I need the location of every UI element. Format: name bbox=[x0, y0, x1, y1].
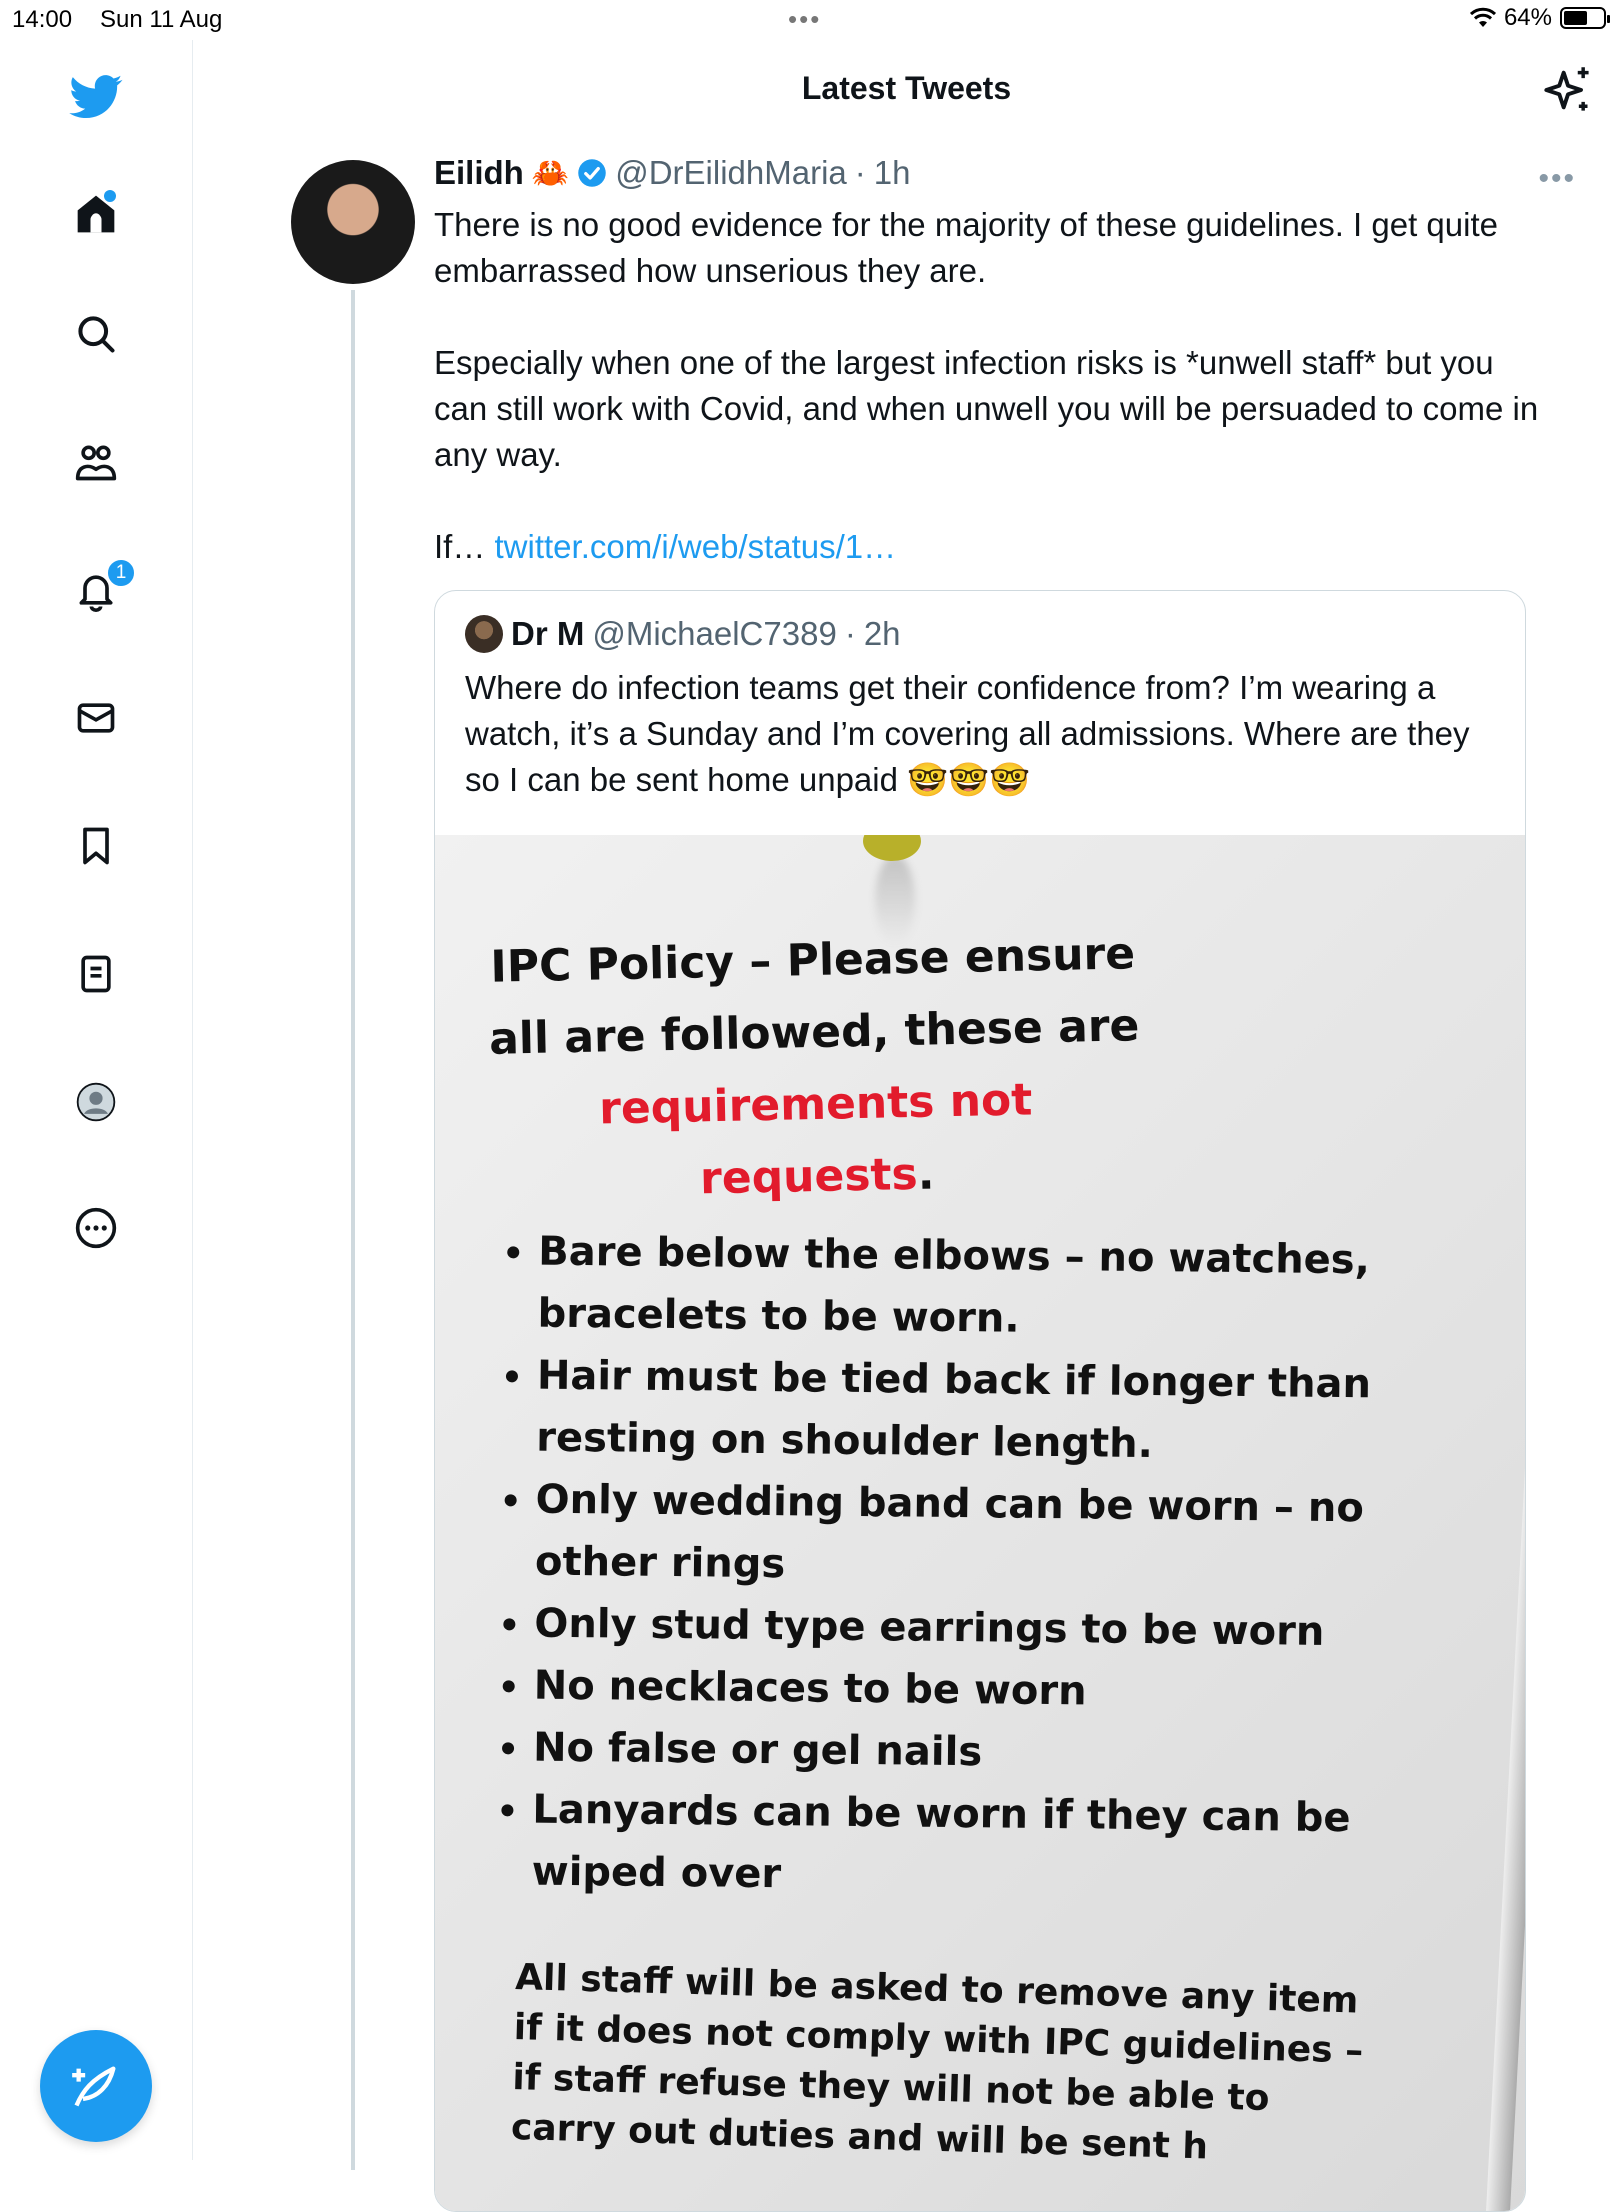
compose-tweet-button[interactable] bbox=[40, 2030, 152, 2142]
sidebar-item-messages[interactable] bbox=[64, 686, 128, 750]
quote-timestamp: 2h bbox=[863, 615, 901, 652]
quote-tweet[interactable]: Dr M @MichaelC7389 · 2h Where do infecti… bbox=[434, 590, 1526, 2212]
author-name[interactable]: Eilidh bbox=[434, 154, 524, 192]
notice-bullets: Bare below the elbows – no watches, brac… bbox=[491, 1220, 1418, 1912]
name-emoji: 🦀 bbox=[531, 156, 570, 190]
thread-line bbox=[351, 290, 355, 2170]
notification-badge: 1 bbox=[106, 558, 136, 588]
author-handle[interactable]: @DrEilidhMaria bbox=[615, 154, 847, 192]
people-icon bbox=[75, 445, 117, 481]
quote-image[interactable]: IPC Policy – Please ensure all are follo… bbox=[435, 835, 1525, 2211]
bookmark-icon bbox=[83, 827, 109, 865]
timeline-header: Latest Tweets bbox=[193, 40, 1620, 144]
sidebar-item-search[interactable] bbox=[64, 302, 128, 366]
sidebar-item-notifications[interactable]: 1 bbox=[64, 558, 136, 622]
notice-footer: All staff will be asked to remove any it… bbox=[510, 1957, 1364, 2168]
sidebar-item-lists[interactable] bbox=[64, 942, 128, 1006]
notice-heading: IPC Policy – Please ensure all are follo… bbox=[482, 918, 1148, 1220]
quote-avatar bbox=[465, 615, 503, 653]
more-circle-icon bbox=[75, 1207, 117, 1249]
sidebar-item-home[interactable] bbox=[64, 182, 128, 246]
notice-bullet: No false or gel nails bbox=[533, 1717, 1414, 1788]
tweet-link[interactable]: twitter.com/i/web/status/1… bbox=[495, 528, 897, 565]
multitasking-dots[interactable]: ••• bbox=[788, 4, 821, 35]
tweet-more-button[interactable]: ••• bbox=[1538, 162, 1576, 196]
tweet-body: There is no good evidence for the majori… bbox=[434, 206, 1539, 565]
wifi-icon bbox=[1469, 7, 1496, 27]
home-unread-dot bbox=[104, 190, 116, 202]
notice-bullet: No necklaces to be worn bbox=[533, 1655, 1414, 1726]
quote-author-name: Dr M bbox=[511, 615, 585, 652]
sparkle-icon[interactable] bbox=[1542, 64, 1594, 116]
sidebar-item-bookmarks[interactable] bbox=[64, 814, 128, 878]
notice-heading-text: IPC Policy – Please ensure all are follo… bbox=[488, 928, 1140, 1065]
notice-bullet: Hair must be tied back if longer than re… bbox=[536, 1345, 1417, 1478]
notice-heading-end: . bbox=[917, 1148, 935, 1200]
sidebar: 1 bbox=[0, 40, 193, 2160]
notice-bullet: Bare below the elbows – no watches, brac… bbox=[537, 1221, 1418, 1354]
quote-text: Where do infection teams get their confi… bbox=[465, 669, 1470, 798]
quote-author-handle: @MichaelC7389 bbox=[592, 615, 837, 652]
page-title: Latest Tweets bbox=[801, 70, 1012, 106]
sidebar-item-communities[interactable] bbox=[64, 430, 128, 494]
mail-icon bbox=[77, 703, 115, 733]
tweet-timestamp[interactable]: 1h bbox=[874, 154, 911, 192]
list-icon bbox=[81, 955, 111, 993]
battery-percent: 64% bbox=[1503, 4, 1552, 31]
quote-header: Dr M @MichaelC7389 · 2h bbox=[465, 615, 901, 653]
profile-icon bbox=[76, 1082, 116, 1122]
status-time: 14:00 bbox=[12, 6, 73, 33]
sidebar-item-more[interactable] bbox=[64, 1196, 128, 1260]
quote-separator: · bbox=[844, 615, 856, 652]
verified-badge-icon bbox=[578, 159, 606, 187]
twitter-logo-icon[interactable] bbox=[64, 64, 128, 128]
status-bar: 14:00 Sun 11 Aug ••• 64% bbox=[0, 0, 1620, 40]
notice-bullet: Only wedding band can be worn – no other… bbox=[535, 1469, 1416, 1602]
tweet-text: There is no good evidence for the majori… bbox=[434, 202, 1544, 570]
search-icon bbox=[78, 316, 115, 353]
notice-heading-red: requirements not requests bbox=[598, 1074, 1033, 1205]
compose-tweet-icon bbox=[72, 2066, 116, 2107]
battery-icon bbox=[1560, 7, 1610, 29]
tweet-header: Eilidh 🦀 @DrEilidhMaria · 1h bbox=[434, 154, 910, 192]
tweet[interactable]: Eilidh 🦀 @DrEilidhMaria · 1h ••• There i… bbox=[193, 144, 1620, 2212]
notice-bullet: Lanyards can be worn if they can be wipe… bbox=[531, 1779, 1412, 1912]
header-separator: · bbox=[854, 154, 866, 191]
avatar[interactable] bbox=[291, 160, 415, 284]
status-right: 64% bbox=[1469, 4, 1610, 32]
policy-notice: IPC Policy – Please ensure all are follo… bbox=[435, 835, 1525, 2211]
notice-bullet: Only stud type earrings to be worn bbox=[534, 1593, 1415, 1664]
status-date: Sun 11 Aug bbox=[100, 6, 223, 33]
sidebar-item-profile[interactable] bbox=[64, 1070, 128, 1134]
